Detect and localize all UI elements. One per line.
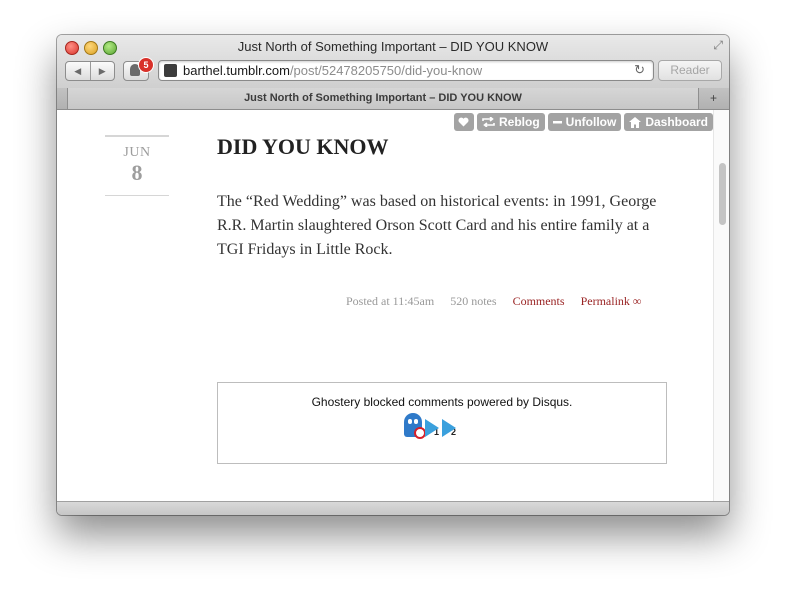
date-day: 8 — [131, 160, 143, 185]
posted-at: Posted at 11:45am — [346, 294, 435, 308]
tab-active[interactable]: Just North of Something Important – DID … — [67, 88, 699, 109]
back-forward-group: ◀ ▶ — [65, 61, 115, 81]
forward-button[interactable]: ▶ — [89, 62, 115, 80]
post-title[interactable]: DID YOU KNOW — [217, 134, 389, 160]
ghost-eye — [414, 419, 418, 424]
url-text[interactable]: barthel.tumblr.com/post/52478205750/did-… — [183, 63, 482, 78]
ghostery-icons: 1 2 — [404, 413, 457, 439]
home-icon — [629, 116, 642, 128]
extension-badge: 5 — [138, 57, 154, 73]
address-bar[interactable]: barthel.tumblr.com/post/52478205750/did-… — [158, 60, 654, 81]
dashboard-button[interactable]: Dashboard — [624, 113, 713, 131]
scrollbar-thumb[interactable] — [719, 163, 726, 225]
ghost-eye — [408, 419, 412, 424]
url-path: /post/52478205750/did-you-know — [289, 63, 483, 78]
ghostery-placeholder[interactable]: Ghostery blocked comments powered by Dis… — [217, 382, 667, 464]
ghostery-message: Ghostery blocked comments powered by Dis… — [311, 395, 573, 409]
new-tab-button[interactable]: + — [698, 88, 729, 109]
reblog-button[interactable]: Reblog — [476, 113, 545, 131]
notes-count[interactable]: 520 notes — [450, 294, 496, 309]
dashboard-label: Dashboard — [645, 115, 708, 129]
post-date: JUN 8 — [105, 135, 169, 196]
tumblr-controls: Reblog Unfollow Dashboard — [453, 113, 713, 131]
browser-window: Just North of Something Important – DID … — [57, 35, 729, 515]
unfollow-label: Unfollow — [565, 115, 617, 129]
like-button[interactable] — [453, 113, 474, 131]
back-button[interactable]: ◀ — [66, 62, 90, 80]
minus-icon — [552, 121, 562, 124]
reload-icon[interactable]: ↻ — [634, 62, 645, 78]
tab-bar: Just North of Something Important – DID … — [57, 88, 729, 110]
title-bar: Just North of Something Important – DID … — [57, 35, 729, 89]
reblog-label: Reblog — [498, 115, 540, 129]
status-bar — [57, 501, 729, 515]
play-arrow-icon — [425, 419, 439, 437]
page-content: Reblog Unfollow Dashboard JUN 8 DID YOU … — [57, 110, 729, 501]
comments-link[interactable]: Comments — [513, 294, 565, 309]
heart-icon — [458, 117, 469, 127]
play-arrow-icon — [442, 419, 457, 437]
reader-button[interactable]: Reader — [658, 60, 722, 81]
ghostery-extension-button[interactable]: 5 — [123, 57, 154, 81]
vertical-scrollbar[interactable] — [713, 110, 729, 501]
window-title: Just North of Something Important – DID … — [237, 39, 549, 54]
post-meta: Posted at 11:45am 520 notes Comments Per… — [346, 294, 641, 309]
date-month: JUN — [123, 145, 151, 160]
reblog-icon — [482, 117, 495, 127]
permalink-link[interactable]: Permalink ∞ — [581, 294, 642, 309]
fullscreen-icon[interactable]: ⤢ — [713, 38, 723, 53]
site-favicon-icon — [164, 64, 177, 77]
post-body: The “Red Wedding” was based on historica… — [217, 193, 657, 258]
url-host: barthel.tumblr.com — [183, 63, 290, 78]
ghostery-ghost-icon — [404, 413, 426, 439]
unfollow-button[interactable]: Unfollow — [547, 113, 622, 131]
